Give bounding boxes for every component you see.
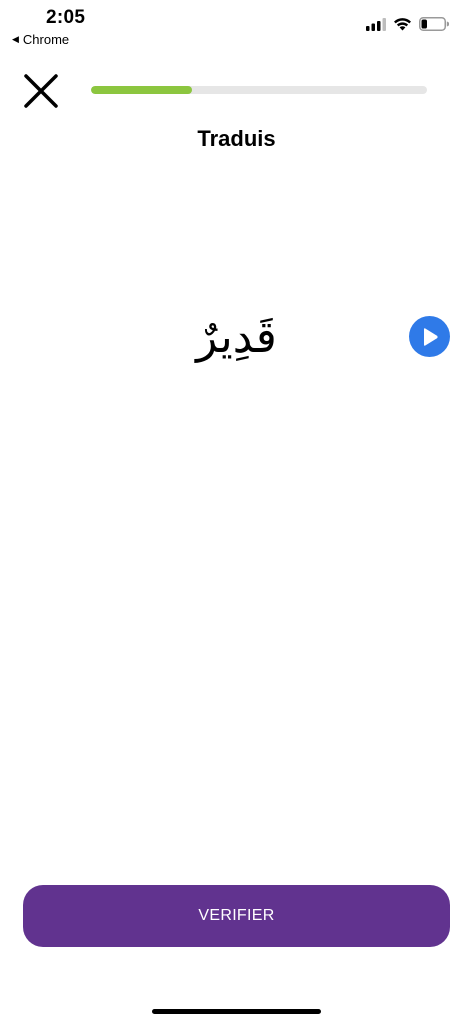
screen: 2:05 ◀ Chrome Traduis قَدِيرٌ VERIFIER	[0, 0, 473, 1024]
status-time: 2:05	[46, 7, 86, 28]
verify-button[interactable]: VERIFIER	[23, 885, 450, 947]
back-to-app-link[interactable]: ◀ Chrome	[12, 32, 69, 47]
lesson-progress-bar	[91, 86, 427, 94]
close-icon	[24, 74, 58, 108]
lesson-progress-fill	[91, 86, 192, 94]
wifi-icon	[394, 18, 411, 31]
play-audio-button[interactable]	[409, 316, 450, 357]
cellular-signal-icon	[366, 17, 386, 31]
battery-icon	[419, 17, 449, 31]
page-title: Traduis	[197, 126, 276, 151]
back-triangle-icon: ◀	[12, 34, 19, 44]
status-icons	[366, 17, 449, 31]
arabic-word: قَدِيرٌ	[196, 312, 277, 363]
home-indicator	[152, 1009, 321, 1014]
close-button[interactable]	[22, 72, 60, 110]
back-app-label: Chrome	[22, 32, 70, 47]
play-icon	[423, 327, 438, 346]
